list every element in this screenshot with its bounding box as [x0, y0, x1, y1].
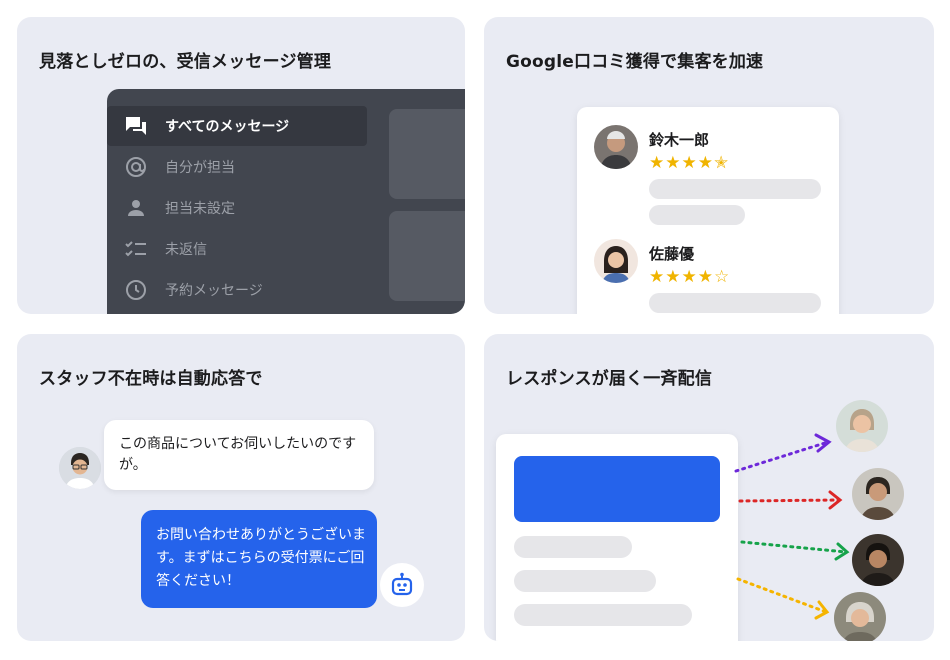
- star-rating: ★★★★✭: [649, 153, 730, 173]
- inbox-panel: すべてのメッセージ 自分が担当 担当未設定 未返信 予約メッセージ: [107, 89, 465, 314]
- avatar: [834, 592, 886, 641]
- auto-reply-text: お問い合わせありがとうございます。まずはこちらの受付票にご回答ください！: [156, 527, 366, 589]
- card-title: Google口コミ獲得で集客を加速: [506, 52, 764, 72]
- arrow-yellow: [736, 577, 830, 620]
- robot-icon: [389, 572, 415, 598]
- card-title: スタッフ不在時は自動応答で: [39, 369, 263, 389]
- text-placeholder: [649, 179, 821, 199]
- google-reviews-card: Google口コミ獲得で集客を加速 鈴木一郎 ★★★★✭ 佐藤優 ★★★★☆: [484, 17, 934, 314]
- card-title: 見落としゼロの、受信メッセージ管理: [39, 52, 332, 72]
- menu-label: 担当未設定: [165, 201, 235, 217]
- text-placeholder: [649, 293, 821, 313]
- auto-reply-card: スタッフ不在時は自動応答で この商品についてお伺いしたいのですが。 お問い合わせ…: [17, 334, 465, 641]
- menu-item-scheduled[interactable]: 予約メッセージ: [107, 270, 367, 310]
- arrow-red: [738, 490, 843, 510]
- inbox-menu: すべてのメッセージ 自分が担当 担当未設定 未返信 予約メッセージ: [107, 89, 387, 314]
- clock-icon: [125, 279, 147, 301]
- at-sign-icon: [125, 156, 147, 178]
- avatar: [852, 534, 904, 586]
- text-placeholder: [649, 205, 745, 225]
- chat-bubbles-icon: [125, 115, 147, 137]
- arrow-purple: [734, 433, 832, 473]
- auto-reply-bubble: お問い合わせありがとうございます。まずはこちらの受付票にご回答ください！: [141, 510, 377, 608]
- content-placeholder: [389, 109, 465, 199]
- avatar: [59, 447, 101, 489]
- menu-item-all-messages[interactable]: すべてのメッセージ: [107, 106, 367, 146]
- star-rating: ★★★★☆: [649, 267, 731, 287]
- person-icon: [125, 197, 147, 219]
- bot-avatar: [380, 563, 424, 607]
- incoming-message-text: この商品についてお伺いしたいのですが。: [119, 436, 357, 473]
- checklist-icon: [125, 238, 147, 260]
- menu-label: すべてのメッセージ: [165, 119, 290, 135]
- avatar: [594, 125, 638, 169]
- avatar: [594, 239, 638, 283]
- menu-label: 未返信: [165, 242, 207, 258]
- reviewer-name: 佐藤優: [649, 245, 695, 263]
- menu-label: 自分が担当: [165, 160, 235, 176]
- avatar: [852, 468, 904, 520]
- menu-item-unassigned[interactable]: 担当未設定: [107, 188, 367, 228]
- content-placeholder: [389, 211, 465, 301]
- review-list: 鈴木一郎 ★★★★✭ 佐藤優 ★★★★☆: [577, 107, 839, 314]
- avatar: [836, 400, 888, 452]
- menu-item-assigned-to-me[interactable]: 自分が担当: [107, 147, 367, 187]
- arrow-green: [740, 540, 850, 561]
- menu-item-unreplied[interactable]: 未返信: [107, 229, 367, 269]
- broadcast-card: レスポンスが届く一斉配信: [484, 334, 934, 641]
- message-management-card: 見落としゼロの、受信メッセージ管理 すべてのメッセージ 自分が担当 担当未設定: [17, 17, 465, 314]
- reviewer-name: 鈴木一郎: [649, 131, 710, 149]
- menu-label: 予約メッセージ: [165, 283, 263, 299]
- incoming-message-bubble: この商品についてお伺いしたいのですが。: [104, 420, 374, 490]
